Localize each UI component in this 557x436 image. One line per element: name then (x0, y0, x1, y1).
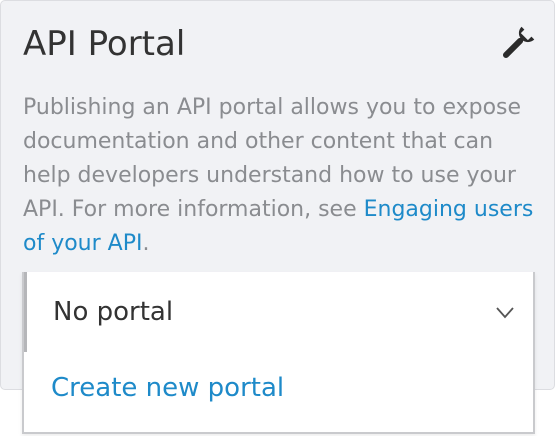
create-new-portal-option[interactable]: Create new portal (51, 370, 284, 406)
panel-description: Publishing an API portal allows you to e… (23, 91, 543, 261)
panel-title: API Portal (23, 24, 186, 64)
portal-dropdown[interactable]: No portal Create new portal (22, 272, 535, 434)
dropdown-option[interactable]: Create new portal (24, 368, 533, 416)
chevron-down-icon[interactable] (495, 302, 515, 322)
description-end: . (142, 231, 150, 256)
portal-select[interactable]: No portal (24, 272, 533, 352)
portal-select-value: No portal (53, 297, 174, 327)
wrench-icon[interactable] (498, 23, 538, 63)
